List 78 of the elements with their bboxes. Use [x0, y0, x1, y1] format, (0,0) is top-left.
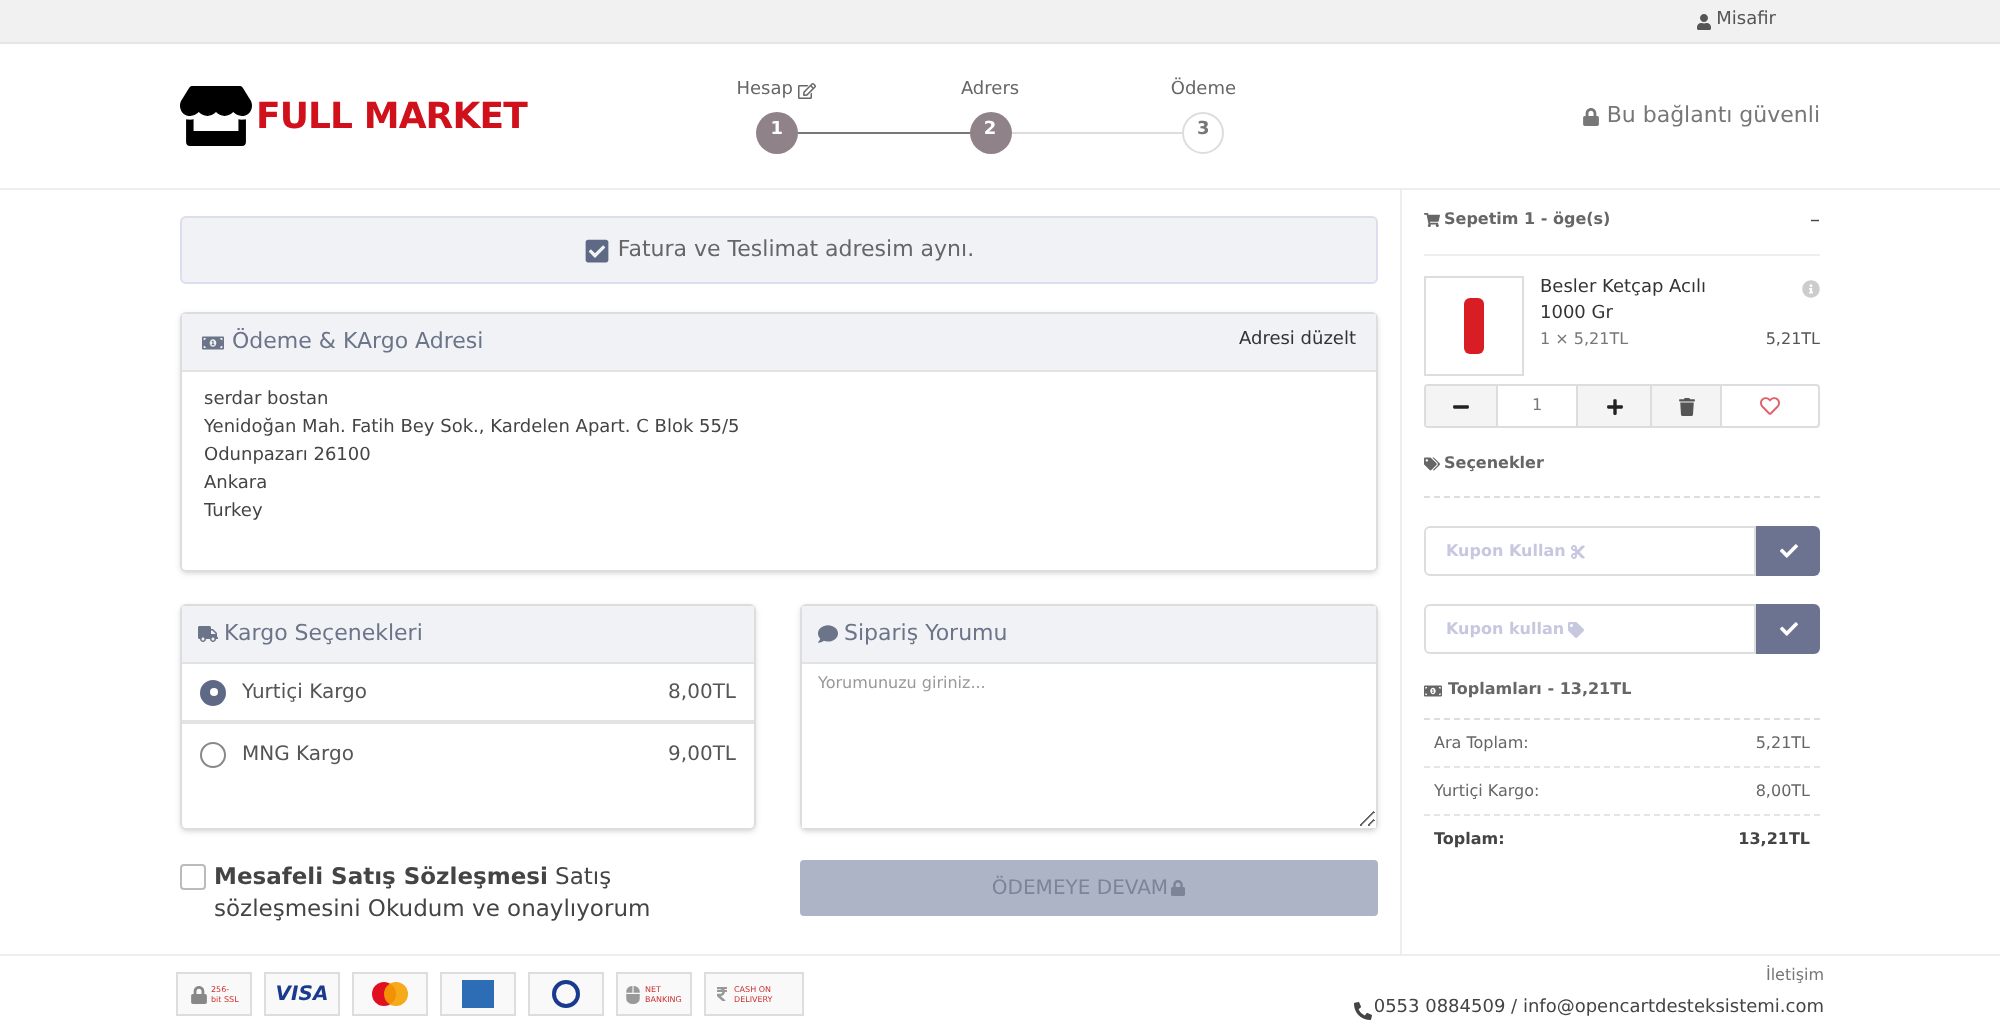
edit-address-link[interactable]: Adresi düzelt: [1238, 328, 1356, 356]
trash-icon: [1677, 397, 1695, 415]
store-icon: [180, 80, 252, 152]
step-number[interactable]: 3: [1182, 111, 1225, 153]
agreement-checkbox[interactable]: [180, 864, 206, 890]
heart-icon: [1760, 396, 1780, 416]
logo[interactable]: FULL MARKET: [180, 80, 670, 152]
visa-badge: VISA: [264, 972, 340, 1016]
panel-title: Kargo Seçenekleri: [198, 617, 423, 651]
total-label: Ara Toplam:: [1434, 731, 1529, 755]
options-title: Seçenekler: [1424, 452, 1820, 476]
card-logo-icon: [528, 972, 604, 1016]
decrease-button[interactable]: [1426, 386, 1496, 426]
step-number[interactable]: 1: [755, 111, 798, 153]
delete-button[interactable]: [1650, 386, 1720, 426]
total-value: 13,21TL: [1738, 828, 1810, 852]
same-address-label: Fatura ve Teslimat adresim aynı.: [617, 233, 975, 266]
shipping-price: 9,00TL: [668, 741, 736, 769]
shipping-name: Yurtiçi Kargo: [242, 679, 369, 707]
increase-button[interactable]: [1578, 386, 1650, 426]
lock-icon: [1170, 880, 1187, 896]
check-icon: [1779, 542, 1797, 560]
same-address-checkbox[interactable]: [583, 237, 610, 263]
apply-coupon-button[interactable]: [1756, 604, 1820, 654]
scissors-icon: [1569, 543, 1586, 559]
unit-price: 1 × 5,21TL: [1540, 328, 1629, 352]
address-line: serdar bostan: [204, 388, 331, 414]
collapse-button[interactable]: –: [1810, 205, 1820, 235]
secure-connection-text: Bu bağlantı güvenli: [1582, 99, 1820, 133]
bottle-icon: [1464, 298, 1484, 354]
total-label: Yurtiçi Kargo:: [1434, 779, 1540, 803]
shipping-option[interactable]: Yurtiçi Kargo 8,00TL: [182, 664, 754, 724]
panel-title: Ödeme & KArgo Adresi: [202, 325, 484, 359]
money-icon: [1424, 681, 1442, 699]
card-logo-icon: [440, 972, 516, 1016]
step-number[interactable]: 2: [969, 111, 1011, 153]
total-value: 5,21TL: [1755, 731, 1810, 755]
radio-button[interactable]: [200, 741, 226, 767]
lock-icon: [189, 985, 207, 1003]
mouse-icon: [623, 985, 641, 1003]
edit-icon: [798, 82, 817, 100]
step-label: Ödeme: [1170, 79, 1236, 103]
comment-field[interactable]: Yorumunuzu giriniz...: [802, 664, 1376, 828]
money-icon: [202, 331, 224, 353]
address-line: Yenidoğan Mah. Fatih Bey Sok., Kardelen Apart. C Blok 55/5: [204, 415, 742, 442]
shipping-price: 8,00TL: [668, 679, 736, 707]
phone-icon: [1353, 1001, 1372, 1019]
user-link[interactable]: Misafir: [1696, 7, 1776, 35]
rupee-icon: [714, 986, 730, 1002]
contact-info: 0553 0884509 / info@opencartdesteksistemi.com: [1353, 996, 1824, 1024]
step-label: Adrers: [960, 79, 1020, 103]
tag-icon: [1568, 621, 1585, 637]
radio-button[interactable]: [200, 679, 226, 705]
lock-icon: [1582, 107, 1601, 125]
mastercard-icon: [352, 972, 428, 1016]
totals-title: Toplamları - 13,21TL: [1424, 678, 1820, 702]
tags-icon: [1424, 456, 1440, 472]
truck-icon: [198, 624, 218, 644]
apply-coupon-button[interactable]: [1756, 526, 1820, 576]
total-value: 8,00TL: [1755, 779, 1810, 803]
agreement-text: Mesafeli Satış Sözleşmesi Satış sözleşmesini Okudum ve onaylıyorum: [214, 860, 653, 924]
total-label: Toplam:: [1434, 828, 1505, 852]
check-icon: [1779, 620, 1797, 638]
comment-icon: [818, 624, 838, 644]
address-line: Odunpazarı 26100: [204, 444, 373, 470]
contact-title: İletişim: [1765, 964, 1824, 989]
product-name[interactable]: Besler Ketçap Acılı 1000 Gr: [1540, 276, 1750, 328]
shipping-option[interactable]: MNG Kargo 9,00TL: [182, 724, 754, 784]
plus-icon: [1605, 397, 1623, 415]
panel-title: Sipariş Yorumu: [818, 617, 1008, 651]
shipping-name: MNG Kargo: [242, 741, 356, 769]
address-line: Turkey: [204, 500, 265, 526]
user-icon: [1696, 13, 1713, 29]
cart-icon: [1424, 212, 1440, 228]
cart-title: Sepetim 1 - öge(s): [1424, 208, 1611, 232]
item-total: 5,21TL: [1765, 328, 1820, 352]
address-line: Ankara: [204, 472, 270, 498]
step-label: Hesap: [736, 79, 817, 103]
